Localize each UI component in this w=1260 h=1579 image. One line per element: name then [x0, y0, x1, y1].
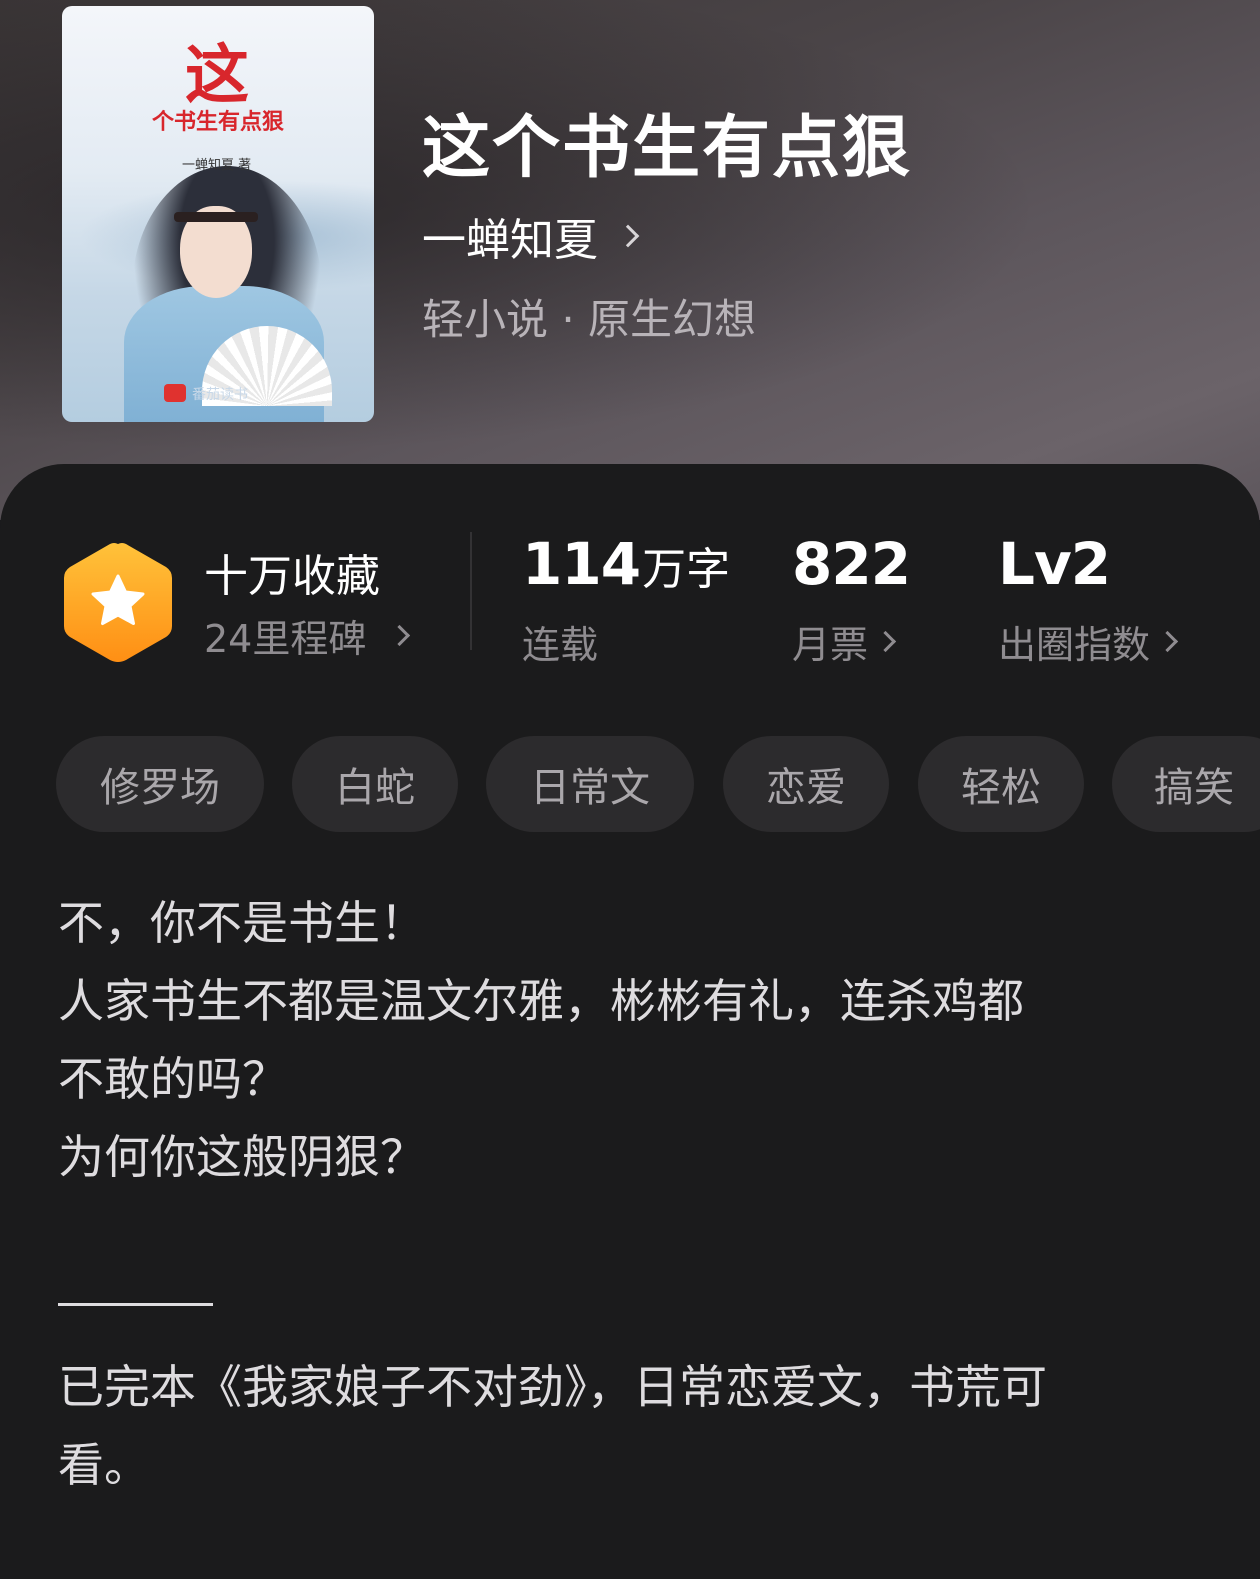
word-count-value: 114 — [522, 530, 641, 598]
tag-chip[interactable]: 白蛇 — [292, 736, 458, 832]
milestone-link[interactable]: 24里程碑 — [204, 608, 411, 663]
tag-chip[interactable]: 修罗场 — [56, 736, 264, 832]
word-count: 114万字 — [522, 530, 730, 598]
cover-author: 一蝉知夏 著 — [182, 158, 252, 173]
stats-divider — [470, 532, 472, 650]
author-note[interactable]: 已完本《我家娘子不对劲》，日常恋爱文，书荒可 看。 — [58, 1348, 1208, 1504]
synopsis[interactable]: 不，你不是书生！ 人家书生不都是温文尔雅，彬彬有礼，连杀鸡都 不敢的吗？ 为何你… — [58, 884, 1208, 1196]
book-category: 轻小说 · 原生幻想 — [422, 295, 757, 344]
monthly-votes-value: 822 — [792, 530, 911, 598]
milestone-badge-icon[interactable] — [60, 540, 176, 664]
tag-list: 修罗场 白蛇 日常文 恋爱 轻松 搞笑 — [56, 736, 1260, 832]
breakout-index-value: Lv2 — [998, 530, 1111, 598]
author-note-line: 已完本《我家娘子不对劲》，日常恋爱文，书荒可 — [58, 1360, 1047, 1414]
cover-figure-headband — [174, 212, 258, 222]
milestone-label: 24里程碑 — [204, 617, 367, 661]
tag-chip[interactable]: 轻松 — [918, 736, 1084, 832]
breakout-index-label: 出圈指数 — [998, 623, 1151, 667]
tag-chip[interactable]: 日常文 — [486, 736, 694, 832]
chevron-right-icon — [1156, 630, 1179, 653]
cover-publisher: 番茄读书 — [192, 387, 248, 403]
chevron-right-icon — [874, 630, 897, 653]
author-name: 一蝉知夏 — [422, 215, 598, 266]
book-cover[interactable]: 这 个书生有点狠 一蝉知夏 著 番茄读书 — [62, 6, 374, 422]
word-count-unit: 万字 — [642, 544, 731, 595]
chevron-right-icon — [389, 624, 411, 647]
synopsis-line: 不，你不是书生！ — [58, 896, 426, 950]
monthly-votes-link[interactable]: 月票 — [792, 614, 897, 669]
synopsis-line: 为何你这般阴狠？ — [58, 1130, 426, 1184]
synopsis-line: 人家书生不都是温文尔雅，彬彬有礼，连杀鸡都 — [58, 974, 1024, 1028]
serial-status: 连载 — [522, 614, 598, 669]
synopsis-line: 不敢的吗？ — [58, 1052, 288, 1106]
author-note-line: 看。 — [58, 1438, 150, 1492]
synopsis-separator — [58, 1303, 213, 1306]
serial-status-label: 连载 — [522, 623, 599, 667]
monthly-votes-label: 月票 — [792, 623, 869, 667]
favorites-label: 十万收藏 — [204, 551, 380, 602]
tag-chip[interactable]: 搞笑 — [1112, 736, 1260, 832]
tag-chip[interactable]: 恋爱 — [723, 736, 889, 832]
book-title: 这个书生有点狠 — [422, 108, 913, 188]
cover-title-char: 这 — [185, 38, 251, 113]
author-link[interactable]: 一蝉知夏 — [422, 204, 640, 268]
cover-title-rest: 个书生有点狠 — [151, 110, 284, 135]
publisher-logo-icon — [164, 384, 186, 402]
chevron-right-icon — [616, 224, 640, 248]
breakout-index-link[interactable]: 出圈指数 — [998, 614, 1179, 669]
